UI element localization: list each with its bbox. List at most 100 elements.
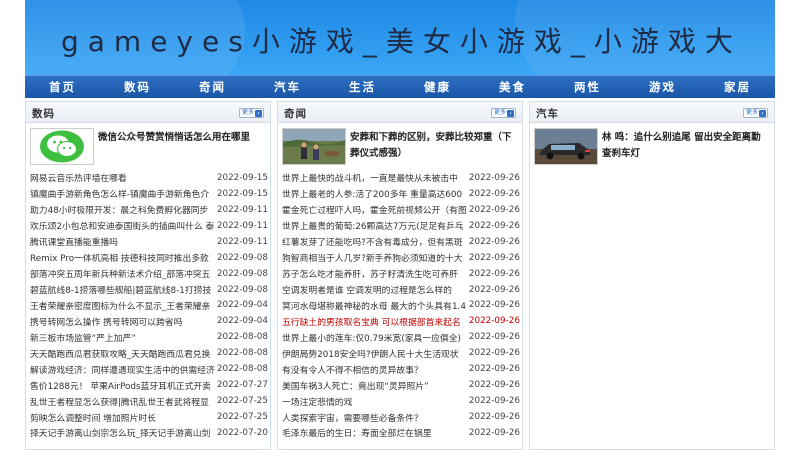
list-item[interactable]: 助力48小时极限开发：晨之科免费孵化器同步 2022-09-11 xyxy=(30,202,268,218)
list-item[interactable]: 美国车祸3人死亡：竟出现“灵异照片” 2022-09-26 xyxy=(282,377,520,393)
list-item[interactable]: 镇魔曲手游新角色怎么样-镇魔曲手游新角色介 2022-09-15 xyxy=(30,186,268,202)
list-item[interactable]: 空调发明者是谁 空调发明的过程是怎么样的 2022-09-26 xyxy=(282,282,520,298)
feature-title[interactable]: 安葬和下葬的区别，安葬比较郑重（下葬仪式感强） xyxy=(350,130,518,162)
list-item[interactable]: 新三板市场监管“严上加严” 2022-08-08 xyxy=(30,329,268,345)
nav-item-games[interactable]: 游戏 xyxy=(625,76,700,98)
list-item[interactable]: 冥河水母堪称最神秘的水母 最大的个头具有1.4 2022-09-26 xyxy=(282,298,520,314)
article-title[interactable]: 毛泽东最后的生日：寿面全部烂在锅里 xyxy=(282,426,467,439)
article-title[interactable]: 镇魔曲手游新角色怎么样-镇魔曲手游新角色介 xyxy=(30,187,215,200)
list-item[interactable]: 狗智商相当于人几岁?新手养狗必须知道的十大 2022-09-26 xyxy=(282,250,520,266)
feature-article[interactable]: 林 鸣：追什么别追尾 留出安全距离勤查刹车灯 xyxy=(534,128,770,166)
article-title[interactable]: 苏子怎么吃才能养肝，苏子籽清洗生吃可养肝 xyxy=(282,267,467,280)
list-item[interactable]: 苏子怎么吃才能养肝，苏子籽清洗生吃可养肝 2022-09-26 xyxy=(282,266,520,282)
list-item[interactable]: 伊朗局势2018安全吗?伊朗人民十大生活现状 2022-09-26 xyxy=(282,345,520,361)
list-item[interactable]: 世界上最贵的葡萄:26颗高达7万元(足足有乒乓 2022-09-26 xyxy=(282,218,520,234)
article-title[interactable]: 空调发明者是谁 空调发明的过程是怎么样的 xyxy=(282,283,467,296)
article-title[interactable]: 世界上最老的人参:活了200多年 重量高达600 xyxy=(282,187,467,200)
article-title[interactable]: 新三板市场监管“严上加严” xyxy=(30,331,215,344)
panel-header: 奇闻 更多 › xyxy=(278,102,522,123)
list-item[interactable]: 人类探索宇宙，需要哪些必备条件？ 2022-09-26 xyxy=(282,409,520,425)
article-title[interactable]: 美国车祸3人死亡：竟出现“灵异照片” xyxy=(282,379,467,392)
list-item[interactable]: 红薯发芽了还能吃吗?不含有毒成分，但有黑斑 2022-09-26 xyxy=(282,234,520,250)
article-title[interactable]: 狗智商相当于人几岁?新手养狗必须知道的十大 xyxy=(282,251,467,264)
site-title[interactable]: gameyes小游戏_美女小游戏_小游戏大 xyxy=(61,20,742,60)
nav-item-auto[interactable]: 汽车 xyxy=(250,76,325,98)
car-photo-icon[interactable] xyxy=(534,128,598,165)
article-title[interactable]: 乱世王者程显怎么获得|腾讯乱世王者武将程显 xyxy=(30,395,215,408)
article-title[interactable]: 伊朗局势2018安全吗?伊朗人民十大生活现状 xyxy=(282,347,467,360)
article-title[interactable]: 冥河水母堪称最神秘的水母 最大的个头具有1.4 xyxy=(282,299,467,312)
nav-item-home[interactable]: 首页 xyxy=(25,76,100,98)
panel-header: 汽车 更多 › xyxy=(530,102,774,123)
article-title[interactable]: 择天记手游离山剑宗怎么玩_择天记手游离山剑 xyxy=(30,426,215,439)
article-title[interactable]: 五行缺土的男孩取名宝典 可以根据部首来起名 xyxy=(282,315,467,328)
burial-photo-icon[interactable] xyxy=(282,128,346,165)
list-item[interactable]: Remix Pro一体机亮相 技德科技同时推出多款 2022-09-08 xyxy=(30,250,268,266)
list-item[interactable]: 碧蓝航线8-1捞落哪些舰船|碧蓝航线8-1打捞技 2022-09-08 xyxy=(30,282,268,298)
nav-item-life[interactable]: 生活 xyxy=(325,76,400,98)
list-item[interactable]: 五行缺土的男孩取名宝典 可以根据部首来起名 2022-09-26 xyxy=(282,313,520,329)
article-title[interactable]: 部落冲突五周年新兵种新法术介绍_部落冲突五 xyxy=(30,267,215,280)
article-title[interactable]: 售价1288元！ 苹果AirPods蓝牙耳机正式开卖 xyxy=(30,379,215,392)
panel-title: 奇闻 xyxy=(284,108,307,120)
feature-article[interactable]: 安葬和下葬的区别，安葬比较郑重（下葬仪式感强） xyxy=(282,128,518,166)
panel-title: 数码 xyxy=(32,108,55,120)
article-title[interactable]: 有没有令人不得不相信的灵异故事？ xyxy=(282,363,467,376)
article-title[interactable]: 助力48小时极限开发：晨之科免费孵化器同步 xyxy=(30,203,215,216)
list-item[interactable]: 一场注定悲情的戏 2022-09-26 xyxy=(282,393,520,409)
list-item[interactable]: 世界上最快的战斗机，一直是最快从未被击中 2022-09-26 xyxy=(282,170,520,186)
article-date: 2022-09-26 xyxy=(468,364,520,375)
article-title[interactable]: 王者荣耀亲密度图标为什么不显示_王者荣耀亲 xyxy=(30,299,215,312)
article-title[interactable]: 一场注定悲情的戏 xyxy=(282,395,467,408)
nav-item-digital[interactable]: 数码 xyxy=(100,76,175,98)
article-title[interactable]: Remix Pro一体机亮相 技德科技同时推出多款 xyxy=(30,251,215,264)
nav-item-oddities[interactable]: 奇闻 xyxy=(175,76,250,98)
article-date: 2022-09-26 xyxy=(468,252,520,263)
article-title[interactable]: 霍金死亡过程吓人吗，霍金死前视频公开（有图 xyxy=(282,203,467,216)
list-item[interactable]: 王者荣耀亲密度图标为什么不显示_王者荣耀亲 2022-09-04 xyxy=(30,298,268,314)
list-item[interactable]: 部落冲突五周年新兵种新法术介绍_部落冲突五 2022-09-08 xyxy=(30,266,268,282)
list-item[interactable]: 毛泽东最后的生日：寿面全部烂在锅里 2022-09-26 xyxy=(282,425,520,441)
list-item[interactable]: 网易云音乐热评墙在哪看 2022-09-15 xyxy=(30,170,268,186)
more-button[interactable]: 更多 › xyxy=(491,108,516,118)
wechat-icon[interactable] xyxy=(30,128,94,165)
article-title[interactable]: 天天酷跑西瓜君获取攻略_天天酷跑西瓜君兑换 xyxy=(30,347,215,360)
arrow-right-icon: › xyxy=(507,110,514,117)
list-item[interactable]: 解读游戏经济：同样遭遇现实生活中的供需经济 2022-08-08 xyxy=(30,361,268,377)
list-item[interactable]: 乱世王者程显怎么获得|腾讯乱世王者武将程显 2022-07-25 xyxy=(30,393,268,409)
article-title[interactable]: 人类探索宇宙，需要哪些必备条件？ xyxy=(282,411,467,424)
list-item[interactable]: 欢乐颂2小包总和安迪泰国街头的插曲叫什么 泰 2022-09-11 xyxy=(30,218,268,234)
list-item[interactable]: 售价1288元！ 苹果AirPods蓝牙耳机正式开卖 2022-07-27 xyxy=(30,377,268,393)
article-title[interactable]: 世界上最贵的葡萄:26颗高达7万元(足足有乒乓 xyxy=(282,219,467,232)
list-item[interactable]: 腾讯课堂直播能重播吗 2022-09-11 xyxy=(30,234,268,250)
nav-item-relationships[interactable]: 两性 xyxy=(550,76,625,98)
list-item[interactable]: 剪映怎么调整时间 增加照片时长 2022-07-25 xyxy=(30,409,268,425)
list-item[interactable]: 择天记手游离山剑宗怎么玩_择天记手游离山剑 2022-07-20 xyxy=(30,425,268,441)
panel-oddities: 奇闻 更多 › 安葬和下葬的区别，安葬比较郑重（下葬仪式感强） 世界上最快的战斗机… xyxy=(277,101,523,450)
list-item[interactable]: 霍金死亡过程吓人吗，霍金死前视频公开（有图 2022-09-26 xyxy=(282,202,520,218)
list-item[interactable]: 有没有令人不得不相信的灵异故事？ 2022-09-26 xyxy=(282,361,520,377)
feature-article[interactable]: 微信公众号赞赏悄悄话怎么用在哪里 xyxy=(30,128,266,166)
article-title[interactable]: 世界上最小的莲车:仅0.79米宽(家具一应俱全) xyxy=(282,331,467,344)
article-title[interactable]: 腾讯课堂直播能重播吗 xyxy=(30,235,215,248)
list-item[interactable]: 世界上最老的人参:活了200多年 重量高达600 2022-09-26 xyxy=(282,186,520,202)
more-button[interactable]: 更多 › xyxy=(743,108,768,118)
article-title[interactable]: 欢乐颂2小包总和安迪泰国街头的插曲叫什么 泰 xyxy=(30,219,215,232)
feature-title[interactable]: 林 鸣：追什么别追尾 留出安全距离勤查刹车灯 xyxy=(602,130,770,162)
article-title[interactable]: 携号转网怎么操作 携号转网可以跨省吗 xyxy=(30,315,215,328)
nav-item-home-living[interactable]: 家居 xyxy=(700,76,775,98)
list-item[interactable]: 天天酷跑西瓜君获取攻略_天天酷跑西瓜君兑换 2022-08-08 xyxy=(30,345,268,361)
article-title[interactable]: 碧蓝航线8-1捞落哪些舰船|碧蓝航线8-1打捞技 xyxy=(30,283,215,296)
article-title[interactable]: 世界上最快的战斗机，一直是最快从未被击中 xyxy=(282,171,467,184)
article-title[interactable]: 网易云音乐热评墙在哪看 xyxy=(30,171,215,184)
article-title[interactable]: 解读游戏经济：同样遭遇现实生活中的供需经济 xyxy=(30,363,215,376)
panel-digital: 数码 更多 › 微信公众号赞赏悄悄话怎么用在哪里 网易云音乐热评墙在哪看 2022-… xyxy=(25,101,271,450)
article-title[interactable]: 剪映怎么调整时间 增加照片时长 xyxy=(30,411,215,424)
nav-item-food[interactable]: 美食 xyxy=(475,76,550,98)
feature-title[interactable]: 微信公众号赞赏悄悄话怎么用在哪里 xyxy=(98,130,266,146)
list-item[interactable]: 携号转网怎么操作 携号转网可以跨省吗 2022-09-04 xyxy=(30,313,268,329)
article-title[interactable]: 红薯发芽了还能吃吗?不含有毒成分，但有黑斑 xyxy=(282,235,467,248)
nav-item-health[interactable]: 健康 xyxy=(400,76,475,98)
list-item[interactable]: 世界上最小的莲车:仅0.79米宽(家具一应俱全) 2022-09-26 xyxy=(282,329,520,345)
more-button[interactable]: 更多 › xyxy=(239,108,264,118)
